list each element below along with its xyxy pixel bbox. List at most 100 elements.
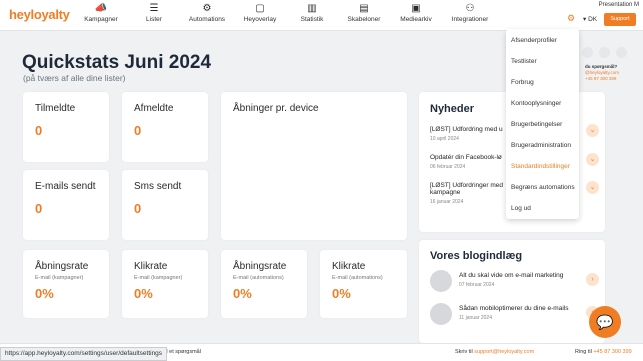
nav-label: Lister: [146, 16, 162, 23]
footer-ring: Ring til +45 87 300 399: [575, 349, 632, 355]
heyloyalty-logo[interactable]: heyloyalty: [9, 7, 70, 22]
nav-label: Statistik: [300, 16, 324, 23]
news-item-date: 06 februar 2024: [430, 164, 466, 170]
help-phone[interactable]: +45 87 300 399: [585, 76, 616, 81]
overlay-icon: ▢: [255, 3, 265, 14]
linkedin-icon[interactable]: [599, 47, 610, 58]
nav-statistik[interactable]: ▥ Statistik: [282, 3, 342, 23]
nav-label: Automations: [188, 16, 226, 23]
stat-label: Sms sendt: [134, 181, 182, 192]
chevron-down-icon[interactable]: ⌄: [586, 181, 599, 194]
blog-item-date: 11 januar 2024: [459, 315, 492, 321]
menu-item-begraens-automations[interactable]: Begræns automations: [511, 184, 575, 191]
stat-card-klikrate-kampagner: Klikrate E-mail (kampagner) 0%: [122, 250, 208, 318]
menu-item-forbrug[interactable]: Forbrug: [511, 79, 534, 86]
stat-label: E-mails sendt: [35, 181, 96, 192]
stat-value: 0: [35, 123, 43, 138]
nav-heyoverlay[interactable]: ▢ Heyoverlay: [230, 3, 290, 23]
blog-title: Vores blogindlæg: [430, 250, 523, 262]
nav-label: Skabeloner: [347, 16, 381, 23]
status-bar-url: https://app.heyloyalty.com/settings/user…: [0, 347, 168, 361]
blog-thumbnail: [430, 303, 452, 325]
stat-label: Klikrate: [134, 261, 168, 272]
nav-kampagner[interactable]: 📣 Kampagner: [71, 3, 131, 23]
news-item[interactable]: [LØST] Udfordring med u 10 april 2024: [430, 126, 505, 142]
stat-card-abningsrate-automations: Åbningsrate E-mail (automations) 0%: [221, 250, 307, 318]
menu-item-brugerbetingelser[interactable]: Brugerbetingelser: [511, 121, 562, 128]
menu-item-brugeradministration[interactable]: Brugeradministration: [511, 142, 571, 149]
chevron-right-icon[interactable]: ›: [586, 273, 599, 286]
user-settings-icon[interactable]: ⚙: [567, 13, 575, 24]
template-icon: ▤: [359, 3, 369, 14]
info-icon[interactable]: [616, 47, 627, 58]
news-item-date: 10 april 2024: [430, 136, 459, 142]
chevron-down-icon[interactable]: ⌄: [586, 153, 599, 166]
support-button[interactable]: Support: [604, 13, 636, 26]
stat-sublabel: E-mail (automations): [233, 275, 284, 281]
news-item-date: 16 januar 2024: [430, 199, 464, 205]
device-opens-card: Åbninger pr. device: [221, 92, 407, 240]
nav-label: Kampagner: [84, 16, 118, 23]
menu-item-kontooplysninger[interactable]: Kontooplysninger: [511, 100, 561, 107]
menu-item-testlister[interactable]: Testlister: [511, 58, 537, 65]
news-item-text: [LØST] Udfordring med u: [430, 126, 503, 133]
help-email[interactable]: @heyloyalty.com: [585, 70, 619, 75]
help-question: du spørgsmål?: [585, 64, 618, 69]
stat-value: 0: [35, 201, 43, 216]
stat-value: 0%: [233, 286, 252, 301]
top-navigation-bar: heyloyalty 📣 Kampagner ☰ Lister ⚙ Automa…: [0, 0, 643, 31]
nav-label: Heyoverlay: [243, 16, 277, 23]
nav-label: Mediearkiv: [400, 16, 432, 23]
plug-icon: ⚇: [465, 3, 475, 14]
blog-card: Vores blogindlæg Alt du skal vide om e-m…: [419, 240, 605, 343]
stat-sublabel: E-mail (automations): [332, 275, 383, 281]
menu-item-afsenderprofiler[interactable]: Afsenderprofiler: [511, 37, 557, 44]
image-icon: ▣: [411, 3, 421, 14]
blog-item[interactable]: Alt du skal vide om e-mail marketing 07 …: [459, 272, 589, 288]
nav-skabeloner[interactable]: ▤ Skabeloner: [334, 3, 394, 23]
footer-ring-label: Ring til: [575, 349, 592, 355]
news-item[interactable]: Opdatér din Facebook-lø 06 februar 2024: [430, 154, 505, 170]
stat-card-klikrate-automations: Klikrate E-mail (automations) 0%: [320, 250, 407, 318]
chat-icon[interactable]: 💬: [589, 306, 621, 338]
stat-value: 0%: [332, 286, 351, 301]
blog-item[interactable]: Sådan mobiloptimerer du dine e-mails 11 …: [459, 305, 589, 321]
stat-label: Åbninger pr. device: [233, 103, 319, 114]
news-item-text: Opdatér din Facebook-lø: [430, 154, 502, 161]
megaphone-icon: 📣: [94, 3, 108, 14]
footer-write: Skriv til support@heyloyalty.com: [455, 349, 534, 355]
blog-thumbnail: [430, 270, 452, 292]
stat-card-emails-sendt: E-mails sendt 0: [23, 170, 109, 240]
menu-item-log-ud[interactable]: Log ud: [511, 205, 531, 212]
language-selector[interactable]: ▾ DK: [583, 15, 597, 23]
stat-label: Afmeldte: [134, 103, 174, 114]
blog-item-text: Sådan mobiloptimerer du dine e-mails: [459, 305, 569, 312]
nav-automations[interactable]: ⚙ Automations: [177, 3, 237, 23]
footer-email-link[interactable]: support@heyloyalty.com: [474, 349, 534, 355]
nav-lister[interactable]: ☰ Lister: [124, 3, 184, 23]
news-item[interactable]: [LØST] Udfordringer med kampagne 16 janu…: [430, 182, 505, 205]
blog-item-text: Alt du skal vide om e-mail marketing: [459, 272, 564, 279]
stat-card-tilmeldte: Tilmeldte 0: [23, 92, 109, 162]
automation-icon: ⚙: [202, 3, 212, 14]
news-item-text: [LØST] Udfordringer med kampagne: [430, 182, 503, 196]
news-title: Nyheder: [430, 103, 475, 115]
footer-write-label: Skriv til: [455, 349, 473, 355]
stat-value: 0: [134, 123, 142, 138]
nav-label: Integrationer: [451, 16, 489, 23]
stat-value: 0: [134, 201, 142, 216]
stat-card-afmeldte: Afmeldte 0: [122, 92, 208, 162]
footer-phone-link[interactable]: +45 87 300 399: [593, 349, 631, 355]
stat-label: Tilmeldte: [35, 103, 76, 114]
nav-integrationer[interactable]: ⚇ Integrationer: [440, 3, 500, 23]
help-icon[interactable]: [582, 47, 593, 58]
menu-item-standardindstillinger[interactable]: Standardindstillinger: [511, 163, 570, 170]
page-subtitle: (på tværs af alle dine lister): [23, 73, 126, 83]
nav-mediearkiv[interactable]: ▣ Mediearkiv: [386, 3, 446, 23]
chevron-down-icon[interactable]: ⌄: [586, 124, 599, 137]
blog-item-date: 07 februar 2024: [459, 282, 495, 288]
stat-sublabel: E-mail (kampagner): [134, 275, 183, 281]
stat-label: Åbningsrate: [233, 261, 287, 272]
account-name: Presentation M: [598, 2, 639, 8]
chart-icon: ▥: [307, 3, 317, 14]
